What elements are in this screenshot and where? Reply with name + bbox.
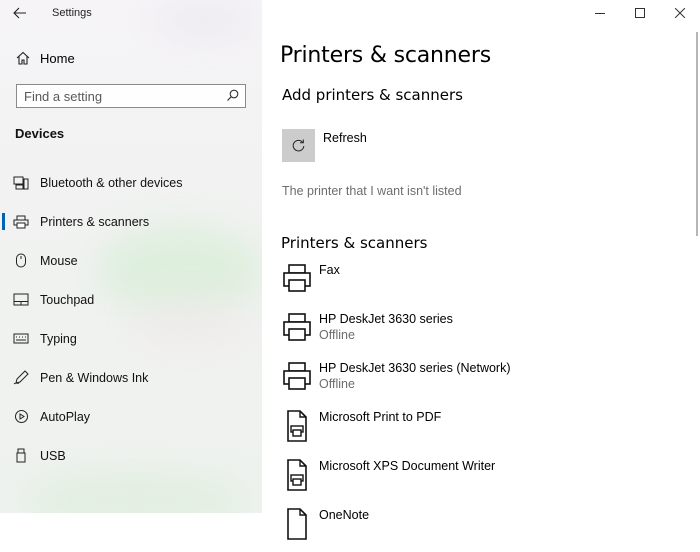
background-blur	[20, 470, 250, 513]
sidebar-item-printers[interactable]: Printers & scanners	[0, 202, 262, 241]
printer-item-xps-writer[interactable]: Microsoft XPS Document Writer	[282, 454, 682, 503]
printer-name: Fax	[319, 263, 340, 277]
close-icon	[675, 8, 685, 18]
refresh-icon	[292, 139, 305, 152]
sidebar-item-label: Typing	[40, 331, 77, 346]
sidebar-item-label: USB	[40, 448, 66, 463]
document-printer-icon	[287, 508, 307, 540]
home-icon	[15, 51, 31, 65]
search-input[interactable]	[17, 85, 214, 107]
sidebar-item-label: Home	[40, 50, 75, 66]
add-section-title: Add printers & scanners	[282, 86, 463, 104]
sidebar-item-mouse[interactable]: Mouse	[0, 241, 262, 280]
printer-not-listed-link[interactable]: The printer that I want isn't listed	[282, 184, 462, 198]
maximize-icon	[635, 8, 645, 18]
printer-name: Microsoft XPS Document Writer	[319, 459, 496, 473]
printer-name: HP DeskJet 3630 series	[319, 312, 453, 326]
printer-item-hp-deskjet[interactable]: HP DeskJet 3630 series Offline	[282, 307, 682, 356]
refresh-button[interactable]	[282, 129, 315, 162]
keyboard-icon	[13, 333, 29, 344]
sidebar-item-pen[interactable]: Pen & Windows Ink	[0, 358, 262, 397]
close-button[interactable]	[660, 0, 700, 26]
touchpad-icon	[13, 293, 29, 306]
printer-list: Fax HP DeskJet 3630 series Offline HP De…	[282, 258, 682, 552]
back-arrow-icon	[13, 7, 26, 19]
printer-name: Microsoft Print to PDF	[319, 410, 442, 424]
maximize-button[interactable]	[620, 0, 660, 26]
bluetooth-devices-icon	[13, 176, 29, 190]
mouse-icon	[13, 253, 29, 268]
printer-icon	[283, 362, 311, 390]
sidebar-nav: Bluetooth & other devices Printers & sca…	[0, 163, 262, 475]
printer-item-fax[interactable]: Fax	[282, 258, 682, 307]
sidebar-item-home[interactable]: Home	[0, 46, 262, 70]
minimize-button[interactable]	[580, 0, 620, 26]
sidebar-item-label: Printers & scanners	[40, 214, 150, 229]
sidebar-item-typing[interactable]: Typing	[0, 319, 262, 358]
sidebar-item-bluetooth[interactable]: Bluetooth & other devices	[0, 163, 262, 202]
printer-icon	[13, 215, 29, 229]
document-printer-icon	[287, 410, 307, 442]
sidebar-item-label: Touchpad	[40, 292, 95, 307]
pen-icon	[13, 370, 29, 385]
title-bar: Settings	[0, 0, 262, 26]
minimize-icon	[595, 13, 605, 14]
printer-item-onenote[interactable]: OneNote	[282, 503, 682, 552]
search-box[interactable]	[16, 84, 246, 108]
printer-status: Offline	[319, 377, 355, 391]
sidebar-item-label: Mouse	[40, 253, 78, 268]
printer-list-title: Printers & scanners	[281, 234, 428, 252]
printer-item-print-to-pdf[interactable]: Microsoft Print to PDF	[282, 405, 682, 454]
printer-icon	[283, 313, 311, 341]
page-title: Printers & scanners	[280, 43, 491, 68]
printer-name: HP DeskJet 3630 series (Network)	[319, 361, 511, 375]
window-controls	[580, 0, 700, 26]
sidebar-item-label: Pen & Windows Ink	[40, 370, 149, 385]
app-title: Settings	[52, 7, 92, 19]
usb-icon	[13, 448, 29, 463]
printer-icon	[283, 264, 311, 292]
active-indicator	[2, 213, 5, 230]
refresh-label[interactable]: Refresh	[323, 131, 367, 145]
scrollbar[interactable]	[696, 32, 698, 236]
search-icon[interactable]	[226, 89, 239, 107]
sidebar: Settings Home Devices	[0, 0, 262, 513]
document-printer-icon	[287, 459, 307, 491]
sidebar-section-title: Devices	[15, 126, 65, 141]
sidebar-item-label: AutoPlay	[40, 409, 91, 424]
sidebar-item-autoplay[interactable]: AutoPlay	[0, 397, 262, 436]
sidebar-item-label: Bluetooth & other devices	[40, 175, 183, 190]
sidebar-item-usb[interactable]: USB	[0, 436, 262, 475]
content-pane: Printers & scanners Add printers & scann…	[262, 0, 700, 540]
autoplay-icon	[13, 409, 29, 424]
back-button[interactable]	[0, 0, 40, 26]
printer-name: OneNote	[319, 508, 370, 522]
sidebar-item-touchpad[interactable]: Touchpad	[0, 280, 262, 319]
printer-item-hp-deskjet-network[interactable]: HP DeskJet 3630 series (Network) Offline	[282, 356, 682, 405]
printer-status: Offline	[319, 328, 355, 342]
